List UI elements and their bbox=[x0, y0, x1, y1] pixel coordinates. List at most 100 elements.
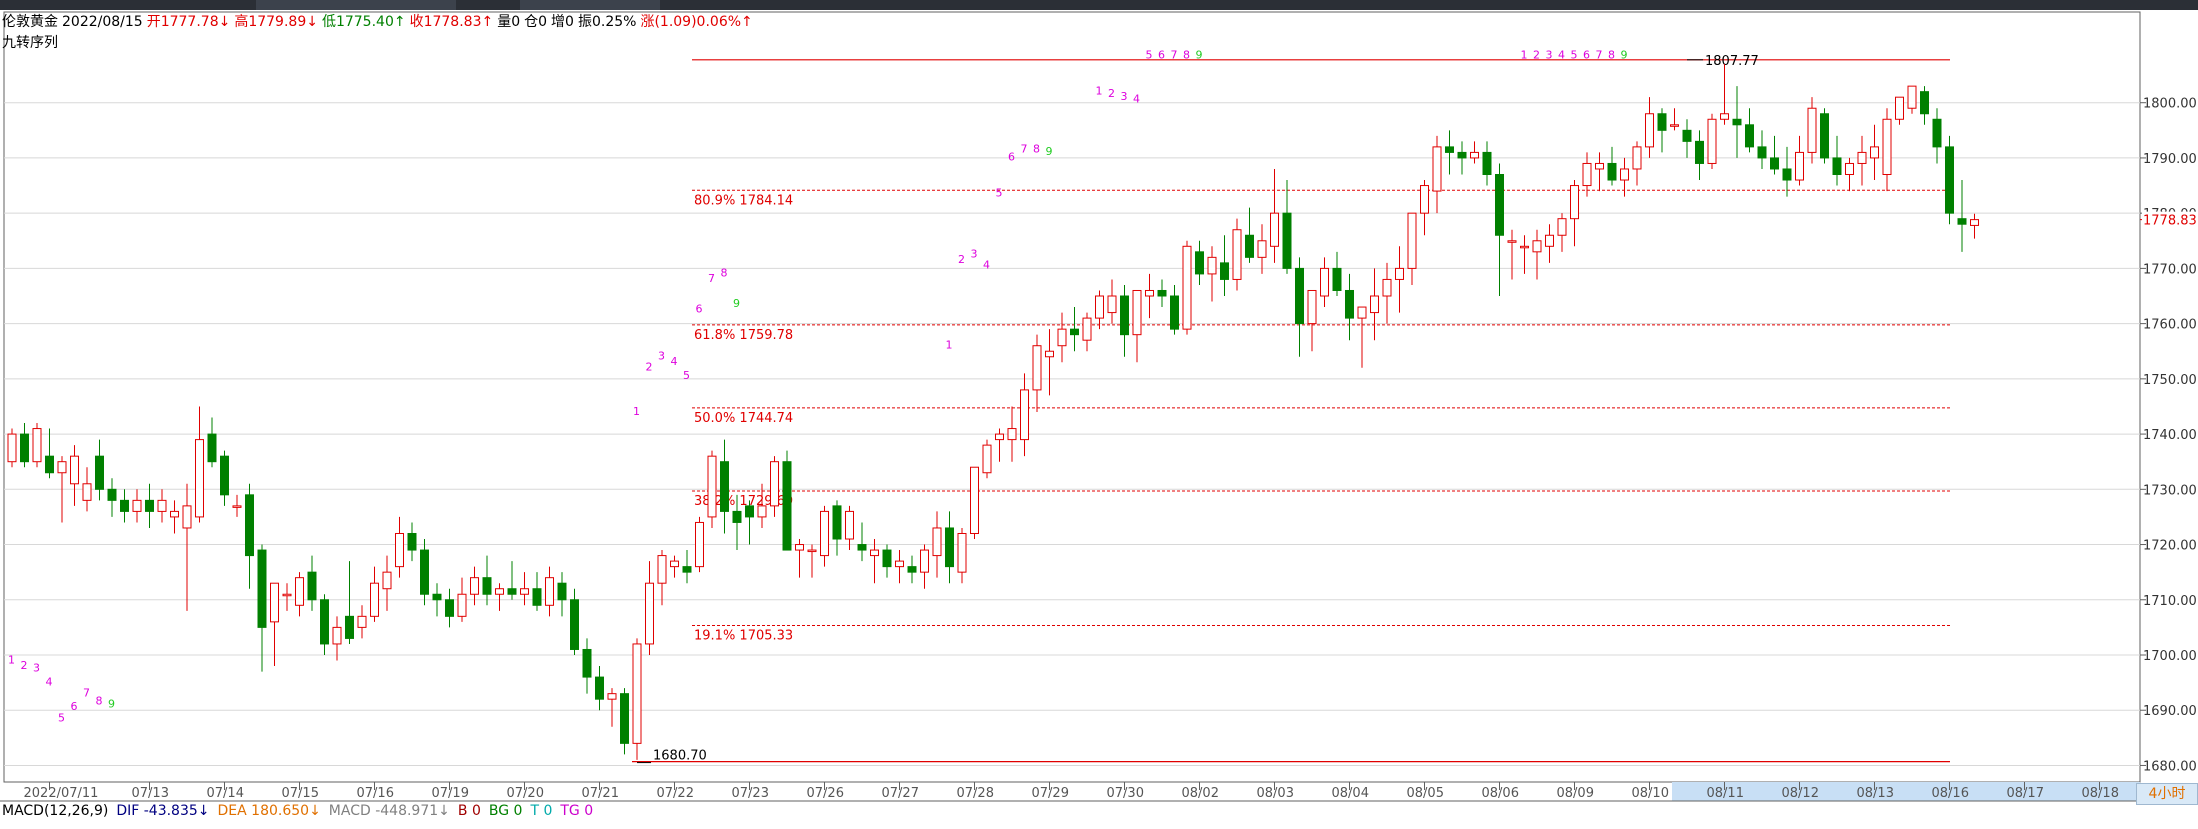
candle bbox=[432, 583, 442, 617]
candle bbox=[1432, 135, 1442, 214]
x-tick-label: 08/18 bbox=[2082, 786, 2119, 801]
y-tick-label: 1710.00 bbox=[2143, 594, 2197, 609]
x-tick-label: 08/02 bbox=[1182, 786, 1219, 801]
quote-info-bar: 伦敦黄金 2022/08/15 开1777.78↓ 高1779.89↓ 低1775.40… bbox=[2, 13, 757, 31]
candlestick-chart[interactable]: 1680.00 1690.00 1700.00 1710.00 1720.00 1730.… bbox=[0, 0, 2198, 829]
candle-body bbox=[657, 555, 667, 584]
candle-body bbox=[1220, 262, 1229, 280]
td-count-marker: 6 bbox=[696, 303, 703, 316]
candle-body bbox=[857, 544, 867, 551]
candle bbox=[682, 550, 692, 584]
candle bbox=[920, 544, 929, 589]
candle-body bbox=[1682, 129, 1692, 142]
candle-body bbox=[370, 582, 379, 617]
td-count-marker: 1 bbox=[8, 653, 15, 666]
last-price-label: 1778.83 bbox=[2143, 214, 2197, 229]
candle bbox=[1720, 64, 1729, 125]
candle-body bbox=[982, 444, 992, 474]
candle-body bbox=[1557, 218, 1567, 236]
candle-body bbox=[1007, 428, 1017, 441]
td-count-marker: 7 bbox=[1171, 49, 1178, 62]
candle bbox=[1457, 141, 1467, 175]
candle-body bbox=[1470, 151, 1479, 159]
candle-body bbox=[1407, 212, 1417, 269]
candle-body bbox=[170, 510, 179, 518]
low-price: 低1775.40↑ bbox=[321, 14, 406, 30]
candle-body bbox=[995, 433, 1004, 441]
candle-body bbox=[695, 521, 704, 568]
candle bbox=[1357, 306, 1367, 368]
candle-body bbox=[720, 461, 729, 512]
candle-body bbox=[1320, 267, 1329, 297]
candle-body bbox=[1632, 146, 1642, 170]
candle-body bbox=[1745, 124, 1754, 148]
candle bbox=[595, 666, 604, 711]
candle-body bbox=[507, 588, 517, 595]
candle-body bbox=[920, 549, 929, 573]
candle bbox=[957, 527, 967, 584]
candle-body bbox=[1845, 162, 1854, 176]
candle bbox=[307, 555, 317, 611]
candle-body bbox=[1207, 256, 1217, 275]
candle-body bbox=[870, 549, 879, 557]
td-count-marker: 3 bbox=[33, 662, 40, 675]
td-count-marker: 3 bbox=[1546, 49, 1553, 62]
candle-body bbox=[1582, 162, 1592, 187]
candle bbox=[1370, 268, 1379, 341]
candle bbox=[270, 582, 279, 667]
candle bbox=[295, 572, 304, 617]
candle-body bbox=[245, 494, 254, 557]
candle-body bbox=[1507, 240, 1517, 243]
candle bbox=[82, 467, 92, 512]
candle bbox=[457, 577, 467, 622]
candle-body bbox=[1045, 350, 1054, 358]
candle bbox=[1945, 135, 1954, 225]
candle-body bbox=[1695, 140, 1704, 164]
candle-body bbox=[1382, 278, 1392, 297]
candle bbox=[1820, 108, 1829, 164]
x-tick-label: 07/13 bbox=[132, 786, 169, 801]
candle-body bbox=[1395, 267, 1404, 280]
candle-body bbox=[45, 455, 54, 474]
candle-body bbox=[1495, 174, 1504, 236]
candle-body bbox=[120, 499, 129, 512]
candle bbox=[582, 638, 592, 694]
period-button[interactable]: 4小时 bbox=[2136, 783, 2198, 805]
open-price: 开1777.78↓ bbox=[146, 14, 231, 30]
candle bbox=[332, 616, 342, 661]
candle bbox=[1207, 246, 1217, 302]
td-count-marker: 1 bbox=[946, 338, 953, 351]
candle bbox=[1832, 135, 1842, 186]
candle bbox=[1757, 130, 1767, 169]
candle-body bbox=[557, 582, 567, 601]
macd-tg: TG 0 bbox=[560, 803, 594, 819]
candle-body bbox=[1370, 295, 1379, 314]
candle-body bbox=[1120, 295, 1129, 336]
x-tick-label: 08/03 bbox=[1257, 786, 1294, 801]
candle bbox=[570, 588, 579, 655]
candle bbox=[970, 466, 979, 540]
macd-dif: DIF -43.835↓ bbox=[116, 803, 210, 819]
candle bbox=[1120, 284, 1129, 357]
candle bbox=[1470, 141, 1479, 164]
candle-body bbox=[457, 593, 467, 617]
td-count-marker: 4 bbox=[1133, 93, 1140, 106]
macd-name[interactable]: MACD(12,26,9) bbox=[2, 803, 108, 819]
candle-body bbox=[7, 433, 17, 463]
candle bbox=[1395, 246, 1404, 313]
candle bbox=[1782, 146, 1792, 197]
price-change: 涨(1.09)0.06%↑ bbox=[640, 14, 753, 30]
candle bbox=[407, 522, 417, 562]
candle bbox=[1570, 180, 1579, 247]
candle-body bbox=[607, 693, 617, 700]
candle bbox=[1182, 240, 1192, 335]
candle-body bbox=[1032, 345, 1042, 391]
candle-body bbox=[1295, 267, 1304, 325]
macd-value: MACD -448.971↓ bbox=[328, 803, 450, 819]
candle bbox=[157, 489, 167, 523]
candle bbox=[945, 511, 954, 584]
candle bbox=[1932, 108, 1942, 164]
candle bbox=[482, 555, 492, 606]
candle-body bbox=[1757, 146, 1767, 159]
candle bbox=[32, 423, 42, 468]
